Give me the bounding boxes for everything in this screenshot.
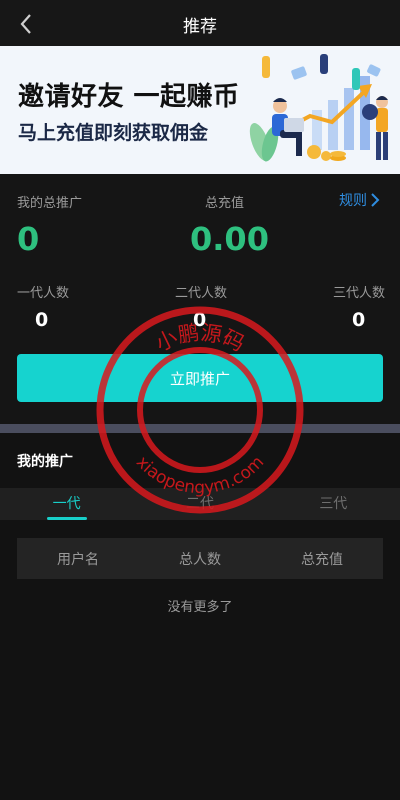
- banner-subtitle: 马上充值即刻获取佣金: [18, 122, 209, 144]
- column-total-recharge: 总充值: [301, 551, 343, 568]
- active-tab-indicator: [46, 517, 87, 520]
- banner-illustration: [249, 54, 388, 162]
- section-divider: [0, 424, 400, 433]
- third-gen-label: 三代人数: [333, 286, 386, 301]
- total-promo-value: 0: [17, 220, 40, 258]
- tab-first-gen[interactable]: 一代: [0, 488, 133, 520]
- third-gen-value: 0: [352, 309, 366, 331]
- second-gen-value: 0: [193, 309, 207, 331]
- rules-link[interactable]: 规则: [339, 190, 380, 210]
- generation-tabs: 一代 二代 三代: [0, 488, 400, 520]
- total-promo-label: 我的总推广: [17, 196, 83, 211]
- first-gen-label: 一代人数: [17, 286, 70, 301]
- my-promo-title: 我的推广: [17, 454, 73, 470]
- invite-banner[interactable]: 邀请好友 一起赚币 马上充值即刻获取佣金: [0, 46, 400, 174]
- column-username: 用户名: [57, 551, 99, 568]
- page-title: 推荐: [183, 17, 217, 37]
- rules-label: 规则: [339, 193, 367, 209]
- tab-label: 二代: [185, 496, 214, 512]
- promotion-stats-panel: 我的总推广 0 总充值 0.00 规则 一代人数 0 二代人数 0 三代人数 0…: [0, 174, 400, 424]
- total-recharge-value: 0.00: [190, 220, 269, 258]
- empty-list-text: 没有更多了: [167, 600, 233, 615]
- tab-second-gen[interactable]: 二代: [133, 488, 266, 520]
- tab-label: 一代: [52, 496, 81, 512]
- top-nav-bar: 推荐: [0, 0, 400, 46]
- chevron-right-icon: [371, 193, 380, 207]
- column-total-people: 总人数: [179, 551, 221, 568]
- second-gen-label: 二代人数: [175, 286, 228, 301]
- banner-title: 邀请好友 一起赚币: [18, 82, 240, 112]
- promote-now-button[interactable]: 立即推广: [17, 354, 383, 402]
- tab-label: 三代: [319, 496, 348, 512]
- referral-table-header: 用户名 总人数 总充值: [17, 538, 383, 579]
- tab-third-gen[interactable]: 三代: [267, 488, 400, 520]
- total-recharge-label: 总充值: [205, 196, 245, 211]
- first-gen-value: 0: [35, 309, 49, 331]
